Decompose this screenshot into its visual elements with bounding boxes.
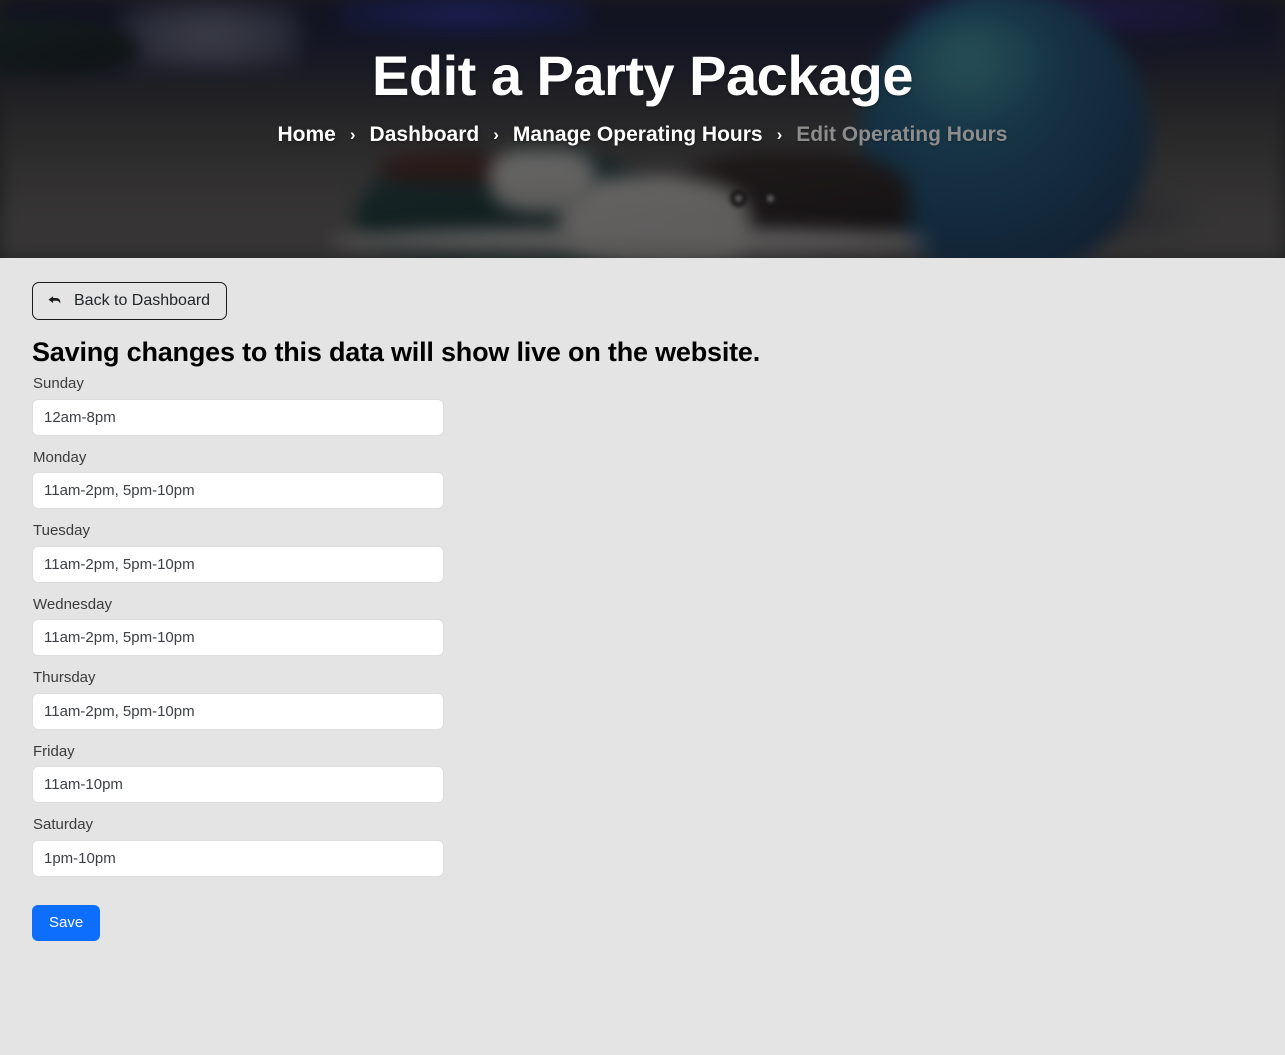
breadcrumb-item-edit-operating-hours: Edit Operating Hours xyxy=(796,122,1008,146)
input-friday[interactable] xyxy=(32,766,444,803)
input-sunday[interactable] xyxy=(32,398,444,436)
input-thursday[interactable] xyxy=(32,692,444,730)
label-tuesday: Tuesday xyxy=(33,522,90,539)
label-monday: Monday xyxy=(33,448,87,466)
label-friday: Friday xyxy=(33,742,75,760)
chevron-right-icon: › xyxy=(349,125,356,145)
operating-hours-form: Sunday Monday Tuesday Wednesday Thursday… xyxy=(32,374,1285,941)
save-notice-heading: Saving changes to this data will show li… xyxy=(32,337,761,367)
field-group-wednesday: Wednesday xyxy=(32,595,1285,656)
breadcrumb-item-dashboard[interactable]: Dashboard xyxy=(370,123,480,147)
field-group-monday: Monday xyxy=(32,448,1285,509)
label-thursday: Thursday xyxy=(33,669,96,686)
field-group-thursday: Thursday xyxy=(32,668,1285,730)
save-button[interactable]: Save xyxy=(32,904,101,941)
field-group-friday: Friday xyxy=(32,742,1285,803)
field-group-tuesday: Tuesday xyxy=(32,521,1285,583)
back-arrow-icon xyxy=(47,293,64,309)
main-content: Back to Dashboard Saving changes to this… xyxy=(0,258,1285,1055)
label-wednesday: Wednesday xyxy=(33,595,112,613)
input-saturday[interactable] xyxy=(32,839,444,877)
breadcrumb-item-home[interactable]: Home xyxy=(278,123,336,147)
back-to-dashboard-label: Back to Dashboard xyxy=(74,292,211,309)
breadcrumb-item-manage-operating-hours[interactable]: Manage Operating Hours xyxy=(513,123,763,147)
input-wednesday[interactable] xyxy=(32,619,444,656)
breadcrumb: Home › Dashboard › Manage Operating Hour… xyxy=(278,123,1008,147)
page-title: Edit a Party Package xyxy=(372,44,913,107)
chevron-right-icon: › xyxy=(776,125,783,145)
hero-banner: Edit a Party Package Home › Dashboard › … xyxy=(0,0,1285,258)
input-tuesday[interactable] xyxy=(32,545,444,583)
label-sunday: Sunday xyxy=(33,375,84,392)
back-to-dashboard-button[interactable]: Back to Dashboard xyxy=(32,282,228,320)
field-group-saturday: Saturday xyxy=(32,815,1285,877)
label-saturday: Saturday xyxy=(33,816,94,833)
chevron-right-icon: › xyxy=(493,125,499,145)
input-monday[interactable] xyxy=(32,472,444,509)
field-group-sunday: Sunday xyxy=(32,374,1285,436)
